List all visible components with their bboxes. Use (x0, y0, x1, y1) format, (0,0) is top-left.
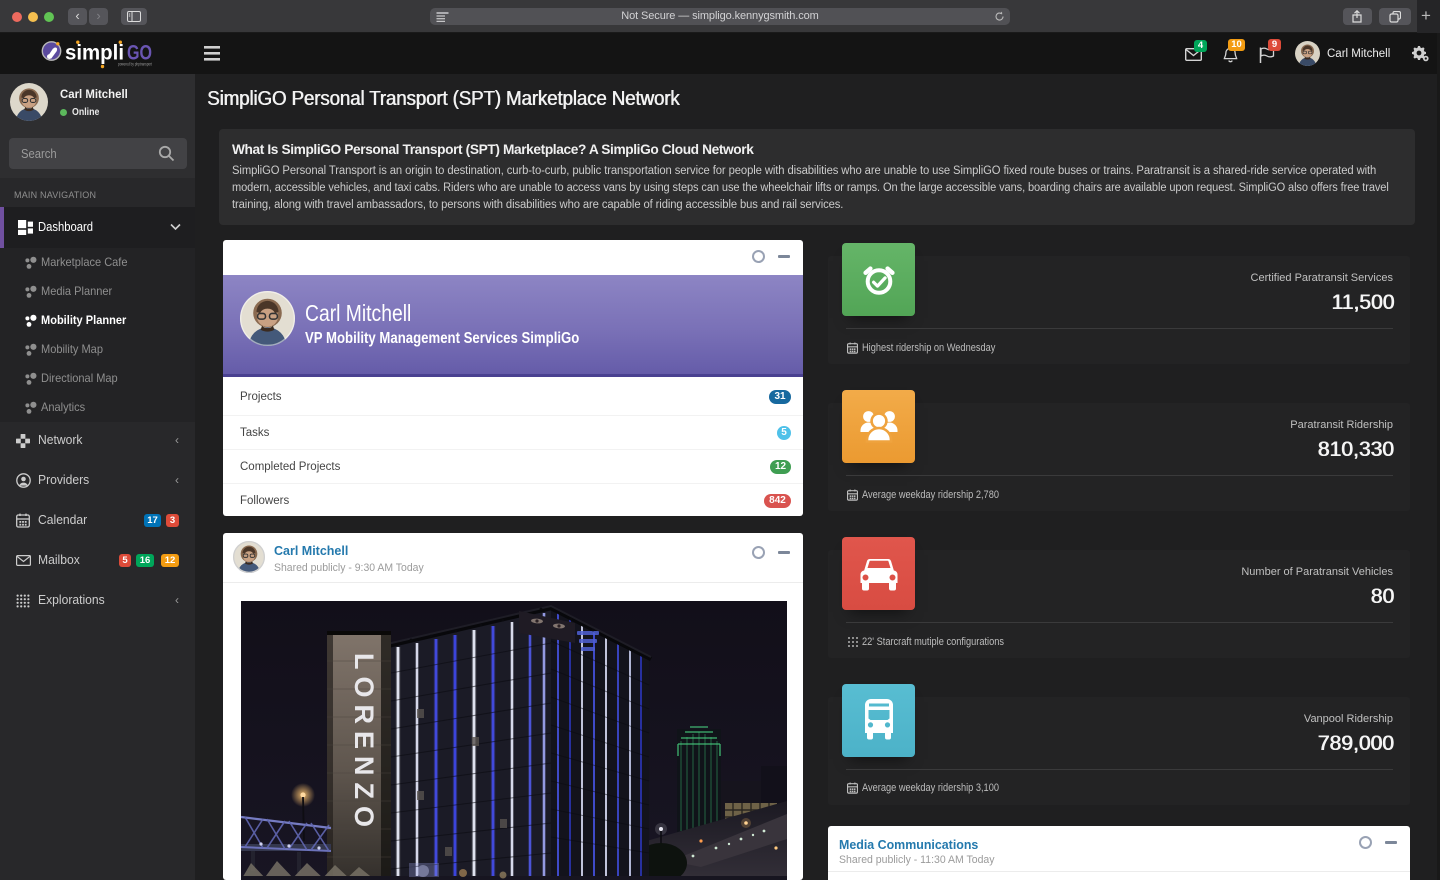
svg-text:LORENZO: LORENZO (349, 653, 379, 834)
svg-text:simpli: simpli (65, 42, 124, 65)
svg-text:powered by phptransport: powered by phptransport (118, 62, 153, 67)
